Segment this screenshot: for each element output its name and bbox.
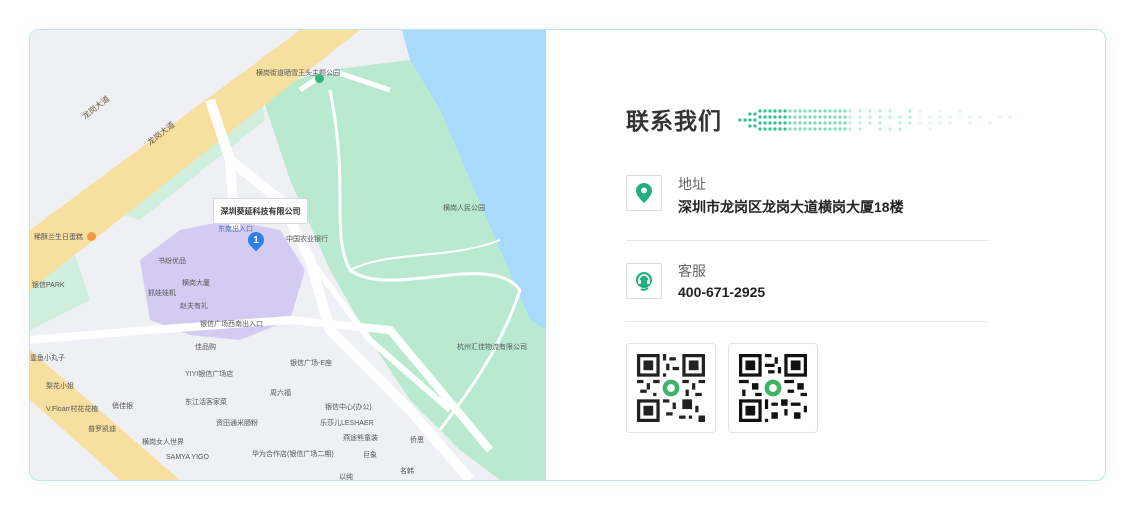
poi-label: 银信广场西南出入口 [200, 321, 263, 328]
poi-label: 杭州汇佳物流有限公司 [457, 344, 527, 351]
divider [626, 321, 988, 322]
poi-label: 中国农业银行 [286, 236, 328, 243]
poi-label: 银信广场-E座 [290, 360, 332, 367]
divider [626, 240, 988, 241]
shop-icon [87, 232, 96, 241]
poi-label: 资田通米肠粉 [216, 420, 258, 427]
poi-label: 抓娃娃机 [148, 290, 176, 297]
poi-label: 燕途熊童装 [343, 435, 378, 442]
poi-label: 名韩 [400, 468, 414, 475]
pin-number: 1 [253, 234, 259, 246]
main-road-2 [30, 350, 180, 480]
poi-label: 乐莎儿LESHAER [320, 420, 374, 427]
address-value: 深圳市龙岗区龙岗大道横岗大厦18楼 [678, 199, 904, 215]
poi-label: 银信中心(办公) [325, 404, 372, 411]
poi-label: 梨花小姐 [46, 383, 74, 390]
service-icon-box [626, 263, 662, 299]
location-pin-icon [636, 183, 652, 203]
dots-decoration [738, 109, 1012, 131]
headset-icon [636, 272, 652, 291]
poi-label: 横岗街道晒雪王头主题公园 [256, 70, 340, 77]
poi-label: 横岗大厦 [182, 280, 210, 287]
poi-label: 银信PARK [32, 282, 65, 289]
qr-code-icon [637, 354, 705, 422]
qr-code-2[interactable] [728, 343, 818, 433]
poi-label: 横岗人民公园 [443, 205, 485, 212]
contact-card: 龙岗大道 龙岗大道 深圳葵延科技有限公司 1 横岗街道晒雪王头主题公园 横岗人民… [29, 29, 1106, 481]
poi-label: 以纯 [339, 474, 353, 480]
poi-label: YIYI银信广场店 [185, 371, 234, 378]
poi-label: 周六福 [270, 390, 291, 397]
poi-label: 东南出入口 [218, 226, 253, 233]
poi-label: 华为合作店(银信广场二期) [252, 451, 334, 458]
poi-label: 佳品购 [195, 344, 216, 351]
poi-label: 俏佳银 [112, 403, 133, 410]
page-title: 联系我们 [626, 108, 722, 134]
poi-label: 普罗凯迪 [88, 426, 116, 433]
poi-label: 巨象 [363, 452, 377, 459]
poi-label: SAMYA YIGO [166, 454, 209, 461]
poi-label: 横岗女人世界 [142, 439, 184, 446]
address-icon-box [626, 175, 662, 211]
contact-info: 联系我们 地址 深圳市龙岗区龙岗大道横岗大厦18楼 客服 400-671-292… [626, 30, 1026, 480]
park-icon [315, 74, 324, 83]
poi-label: 东江活客家菜 [185, 399, 227, 406]
poi-label: 稀酥兰生日蛋糕 [34, 234, 83, 241]
qr-code-1[interactable] [626, 343, 716, 433]
poi-label: 侨恩 [410, 437, 424, 444]
company-pin-label[interactable]: 深圳葵延科技有限公司 [213, 198, 308, 224]
poi-label: 书纷优品 [158, 258, 186, 265]
poi-label: 壹鱼小丸子 [30, 355, 65, 362]
map-panel[interactable]: 龙岗大道 龙岗大道 深圳葵延科技有限公司 1 横岗街道晒雪王头主题公园 横岗人民… [30, 30, 546, 480]
poi-label: 赵夫有礼 [180, 303, 208, 310]
address-label: 地址 [678, 176, 706, 192]
service-phone[interactable]: 400-671-2925 [678, 284, 765, 300]
service-label: 客服 [678, 263, 706, 279]
qr-code-icon [739, 354, 807, 422]
poi-label: V.Floarr村花花植 [46, 406, 99, 413]
